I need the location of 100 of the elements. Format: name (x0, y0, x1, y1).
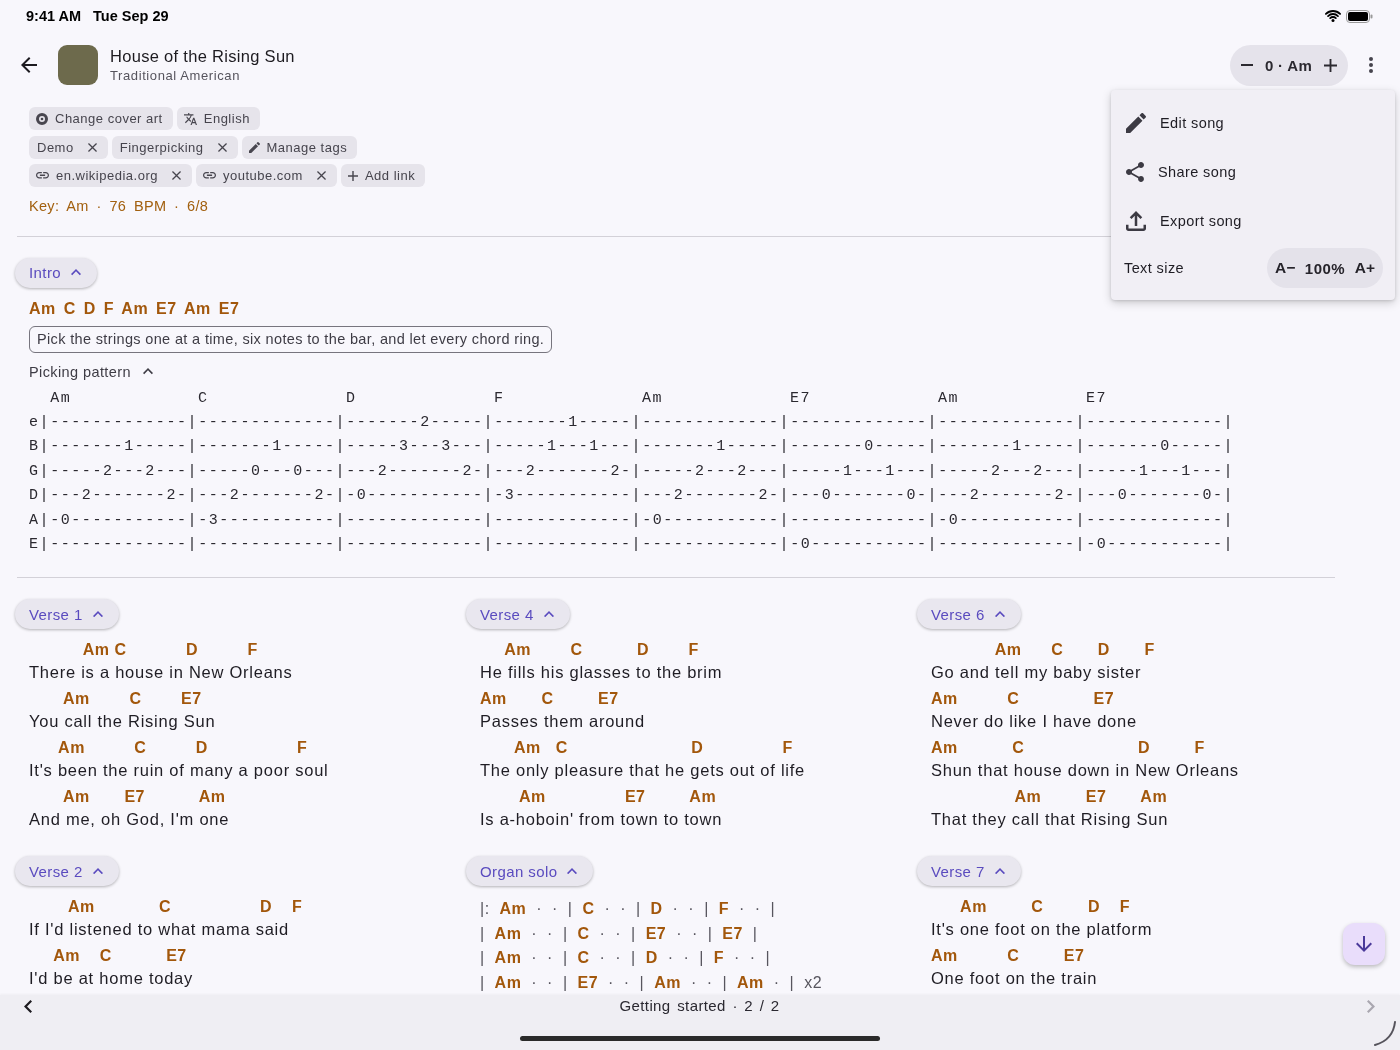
status-date: Tue Sep 29 (93, 8, 169, 24)
increase-text-size-button[interactable]: A+ (1354, 259, 1375, 277)
back-icon[interactable] (21, 57, 37, 73)
lyric-line: Never do like I have done (931, 712, 1137, 731)
pager-label: Getting started · 2 / 2 (619, 996, 780, 1016)
translate-icon (183, 112, 197, 125)
more-icon[interactable] (1369, 57, 1373, 73)
song-meta: Key: Am · 76 BPM · 6/8 (29, 197, 209, 216)
chord-line: Am E7 Am (1014, 788, 1168, 806)
lyric-line: Shun that house down in New Orleans (931, 761, 1239, 780)
corner-curve-icon (1374, 1021, 1396, 1046)
close-icon[interactable] (316, 171, 326, 180)
tab-chord: Am (937, 389, 960, 407)
chord-line: Am C D F (67, 898, 303, 916)
chord-line: Am E7 Am (63, 788, 226, 806)
tab-chord: E7 (1085, 389, 1108, 407)
chord-line: Am C E7 (63, 690, 202, 708)
menu-item[interactable]: Share song (1111, 147, 1395, 196)
chord-sequence: Am C D F Am E7 Am E7 (29, 298, 240, 319)
lyric-line: And me, oh God, I'm one (29, 810, 230, 829)
decrease-text-size-button[interactable]: A− (1275, 259, 1296, 277)
chord-line: Am C E7 (53, 947, 187, 965)
chord-line: Am C D F (504, 641, 699, 659)
link-chip[interactable]: youtube.com (195, 164, 337, 187)
menu-item[interactable]: Export song (1111, 196, 1395, 245)
tab-chord: C (198, 389, 209, 407)
photo-placeholder[interactable] (58, 45, 98, 85)
picking-pattern-toggle[interactable]: Picking pattern (29, 361, 153, 382)
tab-chord: Am (50, 389, 72, 407)
link-icon (202, 172, 216, 179)
chord-line: Am C D F (994, 641, 1155, 659)
link-chip[interactable]: en.wikipedia.org (29, 164, 192, 187)
chord-bar-line: |: Am · · | C · · | D · · | F · · | (480, 900, 776, 918)
chord-line: Am E7 Am (518, 788, 717, 806)
song-title: House of the Rising Sun (110, 46, 295, 67)
lyric-line: There is a house in New Orleans (29, 663, 293, 682)
tab-line: G|-----2---2---|-----0---0---|---2-------2-|---2-------2-|-----2---2---|-----1---1---|-----2---2---|-----1---1---| (29, 461, 1235, 482)
section-toggle[interactable]: Intro (15, 257, 97, 288)
lyric-line: That they call that Rising Sun (931, 810, 1169, 829)
chord-line: Am C E7 (480, 690, 619, 708)
section-toggle[interactable]: Verse 6 (917, 599, 1021, 630)
language-chip[interactable]: English (176, 107, 260, 130)
lyric-line: Go and tell my baby sister (931, 663, 1142, 682)
tab-line: E|-------------|-------------|-------------|-------------|-------------|-0-----------|-------------|-0-----------| (29, 534, 1235, 555)
chord-bar-line: | Am · · | C · · | E7 · · | E7 | (480, 924, 758, 942)
section-toggle[interactable]: Organ solo (466, 856, 594, 887)
lyric-line: Is a-hoboin' from town to town (480, 810, 723, 829)
upload-icon (1126, 210, 1146, 231)
chord-line: Am C D F (931, 739, 1205, 757)
section-toggle[interactable]: Verse 1 (15, 599, 119, 630)
section-toggle[interactable]: Verse 7 (917, 856, 1021, 887)
section-toggle[interactable]: Verse 2 (15, 856, 119, 887)
tab-chord: F (494, 389, 505, 407)
tab-chord: D (346, 389, 357, 407)
add-link-chip[interactable]: Add link (340, 164, 426, 187)
song-artist: Traditional American (110, 67, 240, 85)
pencil-icon (1126, 112, 1146, 133)
lyric-line: He fills his glasses to the brim (480, 663, 723, 682)
scroll-down-button[interactable] (1343, 923, 1385, 965)
instruction-note: Pick the strings one at a time, six notes to the bar, and let every chord ring. (29, 325, 553, 353)
chord-line: Am C E7 (931, 690, 1115, 708)
chevron-left-icon[interactable] (24, 999, 32, 1013)
lyric-line: The only pleasure that he gets out of life (480, 761, 806, 780)
lyric-line: If I'd listened to what mama said (29, 920, 289, 939)
lyric-line: You call the Rising Sun (29, 712, 216, 731)
chord-bar-line: | Am · · | E7 · · | Am · · | Am · | x2 (480, 973, 823, 991)
chord-line: Am C D F (514, 739, 793, 757)
chord-line: Am C D F (82, 641, 258, 659)
tab-line: D|---2-------2-|---2-------2-|-0-----------|-3-----------|---2-------2-|---0-------0-|---2-------2-|---0-------0-| (29, 486, 1235, 507)
cover-art-chip[interactable]: Change cover art (29, 107, 173, 130)
transpose-value: 0 · Am (1264, 56, 1313, 74)
disc-icon (36, 112, 48, 125)
close-icon[interactable] (217, 142, 227, 152)
tab-line: A|-0-----------|-3-----------|-------------|-------------|-0-----------|-------------|-0-----------|-------------| (29, 510, 1235, 531)
lyric-line: It's one foot on the platform (931, 920, 1153, 939)
tag-chip[interactable]: Demo (29, 135, 108, 159)
link-icon (36, 172, 49, 179)
text-size-value: 100% (1304, 259, 1346, 277)
lyric-line: It's been the ruin of many a poor soul (29, 761, 329, 780)
manage-tags-chip[interactable]: Manage tags (241, 135, 358, 159)
lyric-line: I'd be at home today (29, 969, 193, 988)
tab-chord: E7 (789, 389, 812, 407)
close-icon[interactable] (87, 142, 97, 152)
battery-icon (1346, 9, 1373, 23)
share-icon (1126, 161, 1144, 182)
section-toggle[interactable]: Verse 4 (466, 599, 570, 630)
tab-chord: Am (642, 389, 664, 407)
tag-chip[interactable]: Fingerpicking (111, 135, 238, 159)
tab-line: B|-------1-----|-------1-----|-----3---3---|-----1---1---|-------1-----|-------0-----|-------1-----|-------0-----| (29, 437, 1235, 458)
menu-item[interactable]: Edit song (1111, 98, 1395, 147)
status-time: 9:41 AM (26, 8, 82, 24)
chord-line: Am C D F (58, 739, 308, 757)
lyric-line: One foot on the train (931, 969, 1098, 988)
chord-bar-line: | Am · · | C · · | D · · | F · · | (480, 949, 771, 967)
plus-icon[interactable] (1324, 58, 1337, 72)
plus-icon (347, 170, 358, 181)
close-icon[interactable] (171, 171, 181, 180)
chord-line: Am C D F (960, 898, 1131, 916)
wifi-icon (1325, 10, 1341, 22)
arrow-down-icon (1356, 936, 1372, 952)
